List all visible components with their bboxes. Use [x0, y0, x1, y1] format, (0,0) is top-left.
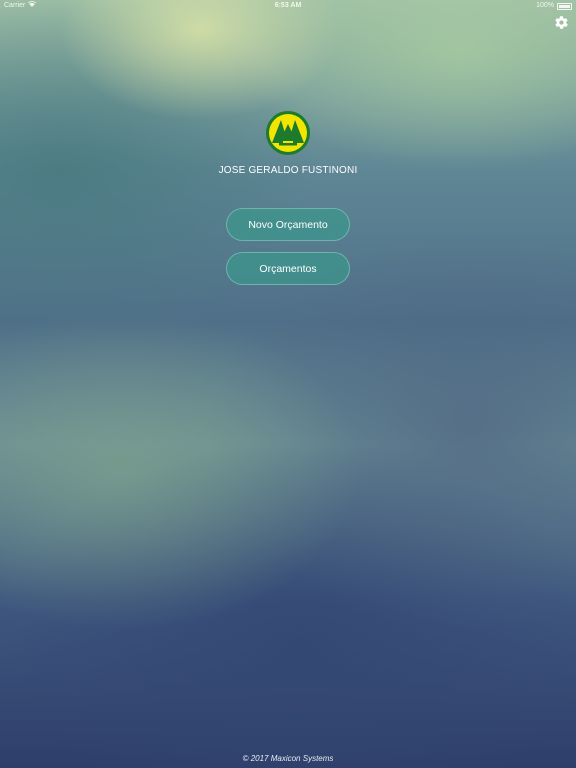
status-right: 100%	[536, 0, 572, 12]
company-logo	[265, 110, 311, 156]
battery-fill	[559, 4, 570, 8]
battery-percent: 100%	[536, 2, 554, 9]
budgets-button[interactable]: Orçamentos	[226, 252, 350, 285]
copyright-footer: © 2017 Maxicon Systems	[242, 754, 334, 763]
battery-icon	[557, 2, 572, 10]
settings-button[interactable]	[553, 15, 569, 35]
new-budget-button[interactable]: Novo Orçamento	[226, 208, 350, 241]
gear-icon	[554, 15, 569, 35]
pine-trees-logo-icon	[266, 111, 310, 155]
status-time: 6:53 AM	[274, 2, 302, 9]
status-bar: Carrier 6:53 AM 100%	[0, 0, 576, 12]
user-name: JOSE GERALDO FUSTINONI	[218, 165, 358, 176]
